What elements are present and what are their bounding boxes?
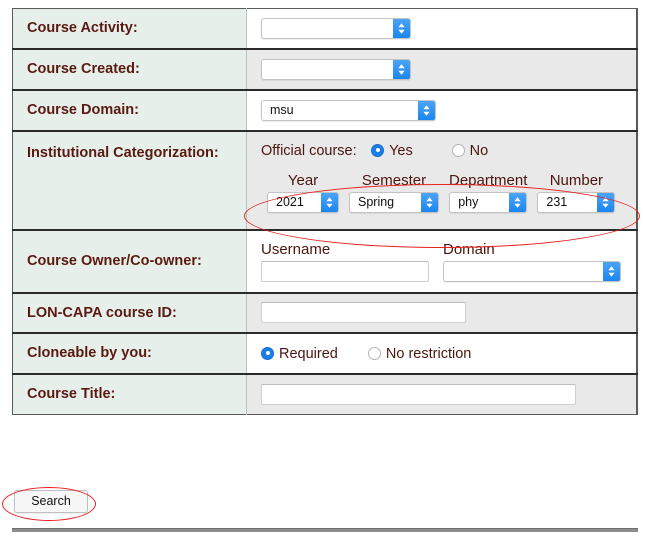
field-cloneable: Required No restriction bbox=[247, 333, 638, 374]
course-domain-select[interactable]: msu bbox=[261, 100, 436, 121]
radio-selected-icon[interactable] bbox=[261, 347, 274, 360]
cloneable-required-label: Required bbox=[279, 346, 338, 362]
institutional-group: Official course: Yes No Year bbox=[261, 140, 636, 213]
search-button[interactable]: Search bbox=[14, 490, 88, 513]
domain-field: Domain bbox=[443, 241, 621, 282]
chevron-updown-icon bbox=[597, 193, 614, 212]
year-select[interactable]: 2021 bbox=[267, 192, 339, 213]
cloneable-no-restriction-option[interactable]: No restriction bbox=[368, 346, 475, 362]
course-domain-select-value: msu bbox=[262, 101, 435, 120]
department-label: Department bbox=[449, 172, 527, 189]
domain-label: Domain bbox=[443, 241, 621, 258]
semester-label: Semester bbox=[362, 172, 426, 189]
official-course-no-option[interactable]: No bbox=[452, 142, 493, 159]
chevron-updown-icon bbox=[321, 193, 338, 212]
label-institutional-categorization: Institutional Categorization: bbox=[13, 131, 247, 230]
course-created-select[interactable] bbox=[261, 59, 411, 80]
course-search-page: Course Activity: Course Created: bbox=[0, 0, 650, 540]
table-row: Course Title: bbox=[13, 374, 638, 414]
owner-domain-select[interactable] bbox=[443, 261, 621, 282]
course-activity-select[interactable] bbox=[261, 18, 411, 39]
field-course-title bbox=[247, 374, 638, 414]
field-course-domain: msu bbox=[247, 90, 638, 131]
field-course-activity bbox=[247, 9, 638, 49]
cloneable-no-restriction-label: No restriction bbox=[386, 346, 471, 362]
semester-select[interactable]: Spring bbox=[349, 192, 439, 213]
field-institutional-categorization: Official course: Yes No Year bbox=[247, 131, 638, 230]
official-course-yes-label: Yes bbox=[389, 143, 413, 159]
official-course-label: Official course: bbox=[261, 143, 357, 159]
chevron-updown-icon bbox=[603, 262, 620, 281]
label-course-activity: Course Activity: bbox=[13, 9, 247, 49]
institutional-code-selects: Year 2021 Semester bbox=[267, 172, 636, 213]
chevron-updown-icon bbox=[393, 19, 410, 38]
field-course-owner: Username Domain bbox=[247, 230, 638, 293]
table-row: LON-CAPA course ID: bbox=[13, 293, 638, 334]
course-title-input[interactable] bbox=[261, 384, 576, 405]
radio-selected-icon[interactable] bbox=[371, 144, 384, 157]
semester-field: Semester Spring bbox=[349, 172, 439, 213]
label-cloneable: Cloneable by you: bbox=[13, 333, 247, 374]
number-label: Number bbox=[550, 172, 603, 189]
owner-group: Username Domain bbox=[261, 241, 636, 282]
label-course-created: Course Created: bbox=[13, 49, 247, 90]
chevron-updown-icon bbox=[421, 193, 438, 212]
username-label: Username bbox=[261, 241, 429, 258]
table-row: Course Created: bbox=[13, 49, 638, 90]
year-field: Year 2021 bbox=[267, 172, 339, 213]
cloneable-radio-group: Required No restriction bbox=[261, 346, 636, 362]
year-label: Year bbox=[288, 172, 318, 189]
field-loncapa-course-id bbox=[247, 293, 638, 334]
chevron-updown-icon bbox=[509, 193, 526, 212]
table-row: Course Domain: msu bbox=[13, 90, 638, 131]
table-row: Course Activity: bbox=[13, 9, 638, 49]
cloneable-required-option[interactable]: Required bbox=[261, 346, 346, 362]
radio-unselected-icon[interactable] bbox=[368, 347, 381, 360]
loncapa-course-id-input[interactable] bbox=[261, 302, 466, 323]
table-row: Cloneable by you: Required No restrictio… bbox=[13, 333, 638, 374]
field-course-created bbox=[247, 49, 638, 90]
chevron-updown-icon bbox=[393, 60, 410, 79]
chevron-updown-icon bbox=[418, 101, 435, 120]
course-search-form-table: Course Activity: Course Created: bbox=[12, 8, 638, 415]
username-input[interactable] bbox=[261, 261, 429, 282]
label-loncapa-course-id: LON-CAPA course ID: bbox=[13, 293, 247, 334]
label-course-owner: Course Owner/Co-owner: bbox=[13, 230, 247, 293]
footer-divider bbox=[12, 528, 638, 532]
department-field: Department phy bbox=[449, 172, 527, 213]
official-course-no-label: No bbox=[470, 143, 489, 159]
number-field: Number 231 bbox=[537, 172, 615, 213]
official-course-yes-option[interactable]: Yes bbox=[371, 142, 421, 159]
department-select[interactable]: phy bbox=[449, 192, 527, 213]
official-course-radio-group: Official course: Yes No bbox=[261, 140, 636, 163]
table-row: Course Owner/Co-owner: Username Domain bbox=[13, 230, 638, 293]
radio-unselected-icon[interactable] bbox=[452, 144, 465, 157]
number-select[interactable]: 231 bbox=[537, 192, 615, 213]
table-row: Institutional Categorization: Official c… bbox=[13, 131, 638, 230]
username-field: Username bbox=[261, 241, 429, 282]
label-course-title: Course Title: bbox=[13, 374, 247, 414]
label-course-domain: Course Domain: bbox=[13, 90, 247, 131]
